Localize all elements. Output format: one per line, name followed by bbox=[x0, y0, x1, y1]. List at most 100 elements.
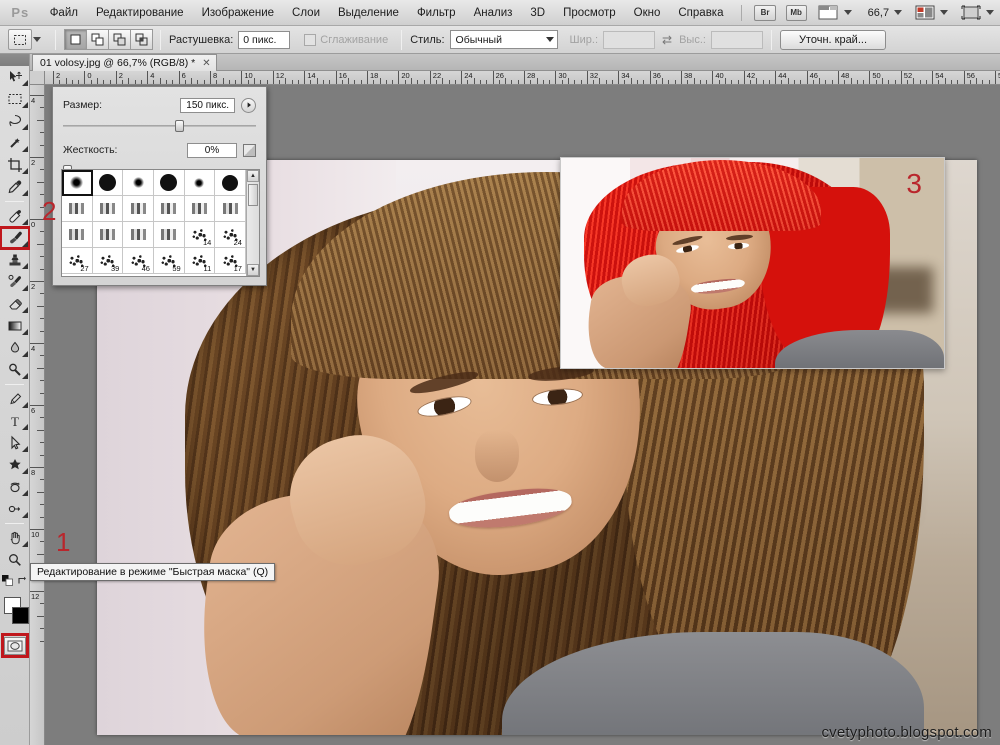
brush-preset-cell[interactable]: 24 bbox=[215, 222, 246, 248]
brush-preset-cell[interactable] bbox=[92, 196, 124, 222]
brush-preset-cell[interactable] bbox=[62, 170, 93, 196]
style-select[interactable]: Обычный bbox=[449, 30, 558, 49]
dodge-tool[interactable] bbox=[0, 359, 30, 381]
brush-preset-cell[interactable]: 39 bbox=[92, 248, 124, 274]
crop-tool[interactable] bbox=[0, 154, 30, 176]
lasso-tool[interactable] bbox=[0, 110, 30, 132]
background-color-swatch[interactable] bbox=[12, 607, 29, 624]
zoom-tool[interactable] bbox=[0, 549, 30, 571]
eraser-tool[interactable] bbox=[0, 293, 30, 315]
brush-preset-cell[interactable] bbox=[92, 170, 124, 196]
feather-input[interactable]: 0 пикс. bbox=[238, 30, 291, 49]
brush-preset-cell[interactable]: 17 bbox=[215, 248, 246, 274]
new-selection-button[interactable] bbox=[64, 29, 87, 50]
history-brush-tool[interactable] bbox=[0, 271, 30, 293]
brush-preset-cell[interactable]: 27 bbox=[62, 248, 93, 274]
brush-preset-cell[interactable] bbox=[215, 170, 246, 196]
3d-camera-rotate-tool[interactable] bbox=[0, 498, 30, 520]
3d-object-rotate-tool[interactable] bbox=[0, 476, 30, 498]
horizontal-ruler[interactable]: 2 0 2 4 6 8 10 12 14 16 18 20 22 24 26 28 30 32 34 36 38 40 42… bbox=[45, 71, 1000, 85]
height-input[interactable] bbox=[710, 30, 763, 49]
zoom-chevron-down-icon[interactable] bbox=[894, 10, 903, 15]
bridge-icon[interactable]: Br bbox=[754, 4, 776, 21]
menu-image[interactable]: Изображение bbox=[193, 4, 283, 22]
menu-filter[interactable]: Фильтр bbox=[408, 4, 465, 22]
brush-preset-picker-panel[interactable]: Размер: 150 пикс. Жесткость: 0% 14 24 27 39… bbox=[52, 86, 267, 286]
brush-size-slider[interactable] bbox=[63, 119, 256, 133]
view-extras-icon[interactable] bbox=[817, 4, 840, 21]
refine-edge-button[interactable]: Уточн. край... bbox=[779, 29, 886, 50]
brush-preset-cell[interactable] bbox=[62, 222, 93, 248]
screen-mode-chevron-down-icon[interactable] bbox=[985, 10, 994, 15]
brush-preset-cell[interactable] bbox=[92, 222, 124, 248]
blur-tool[interactable] bbox=[0, 337, 30, 359]
clone-stamp-tool[interactable] bbox=[0, 249, 30, 271]
menu-window[interactable]: Окно bbox=[625, 4, 670, 22]
pen-tool[interactable] bbox=[0, 388, 30, 410]
brush-preset-list[interactable]: 14 24 27 39 46 59 11 17 ▲ ▼ bbox=[61, 169, 260, 277]
path-selection-tool[interactable] bbox=[0, 432, 30, 454]
menu-layers[interactable]: Слои bbox=[283, 4, 329, 22]
screen-mode-icon[interactable] bbox=[959, 4, 982, 21]
brush-preset-new-icon[interactable] bbox=[243, 143, 256, 157]
swap-dimensions-icon[interactable]: ⇄ bbox=[662, 33, 672, 47]
magic-wand-tool[interactable] bbox=[0, 132, 30, 154]
brush-tool[interactable] bbox=[0, 226, 31, 250]
subtract-from-selection-button[interactable] bbox=[108, 29, 131, 50]
menu-help[interactable]: Справка bbox=[669, 4, 732, 22]
brush-preset-cell[interactable] bbox=[184, 196, 216, 222]
document-tab[interactable]: 01 volosy.jpg @ 66,7% (RGB/8) * ✕ bbox=[32, 54, 217, 71]
gradient-tool[interactable] bbox=[0, 315, 30, 337]
type-tool[interactable]: T bbox=[0, 410, 30, 432]
tool-preset-chevron-down-icon[interactable] bbox=[33, 37, 41, 42]
arrange-chevron-down-icon[interactable] bbox=[940, 10, 949, 15]
brush-preset-cell[interactable] bbox=[153, 222, 185, 248]
default-colors-icon[interactable] bbox=[1, 575, 13, 589]
brush-preset-cell[interactable] bbox=[153, 170, 185, 196]
brush-preset-cell[interactable] bbox=[153, 196, 185, 222]
result-preview-image[interactable]: 3 bbox=[560, 157, 945, 369]
hand-tool[interactable] bbox=[0, 527, 30, 549]
toolbox-grip[interactable] bbox=[0, 54, 29, 66]
brush-size-slider-knob[interactable] bbox=[174, 120, 184, 132]
brush-preset-cell[interactable] bbox=[215, 196, 246, 222]
menu-3d[interactable]: 3D bbox=[521, 4, 554, 22]
brush-panel-menu-icon[interactable] bbox=[241, 97, 256, 113]
scrollbar-thumb[interactable] bbox=[248, 184, 258, 206]
menu-view[interactable]: Просмотр bbox=[554, 4, 625, 22]
scroll-down-icon[interactable]: ▼ bbox=[247, 264, 259, 276]
add-to-selection-button[interactable] bbox=[86, 29, 109, 50]
brush-preset-cell[interactable] bbox=[62, 196, 93, 222]
brush-preset-cell[interactable]: 11 bbox=[184, 248, 216, 274]
brush-preset-cell[interactable] bbox=[123, 222, 154, 248]
swap-colors-icon[interactable] bbox=[17, 575, 28, 589]
view-extras-chevron-down-icon[interactable] bbox=[843, 10, 852, 15]
width-input[interactable] bbox=[603, 30, 656, 49]
mini-bridge-icon[interactable]: Mb bbox=[785, 4, 807, 21]
vertical-ruler[interactable]: 4 2 0 2 4 6 8 10 12 bbox=[30, 85, 45, 745]
scroll-up-icon[interactable]: ▲ bbox=[247, 170, 259, 182]
antialias-checkbox[interactable] bbox=[304, 33, 317, 46]
custom-shape-tool[interactable] bbox=[0, 454, 30, 476]
quick-mask-button[interactable] bbox=[0, 633, 30, 659]
rectangular-marquee-tool[interactable] bbox=[0, 88, 30, 110]
brush-hardness-input[interactable]: 0% bbox=[187, 142, 237, 158]
brush-preset-cell[interactable]: 59 bbox=[153, 248, 185, 274]
brush-preset-cell[interactable] bbox=[123, 170, 154, 196]
menu-file[interactable]: Файл bbox=[41, 4, 87, 22]
brush-preset-scrollbar[interactable]: ▲ ▼ bbox=[246, 170, 259, 276]
intersect-selection-button[interactable] bbox=[130, 29, 153, 50]
tool-preset-picker[interactable] bbox=[8, 29, 32, 50]
eyedropper-tool[interactable] bbox=[0, 176, 30, 198]
menu-analysis[interactable]: Анализ bbox=[465, 4, 522, 22]
menu-select[interactable]: Выделение bbox=[329, 4, 408, 22]
brush-preset-cell[interactable]: 46 bbox=[123, 248, 154, 274]
brush-size-input[interactable]: 150 пикс. bbox=[180, 97, 235, 113]
move-tool[interactable] bbox=[0, 66, 30, 88]
close-icon[interactable]: ✕ bbox=[202, 58, 210, 69]
brush-preset-cell[interactable]: 14 bbox=[184, 222, 216, 248]
brush-preset-cell[interactable] bbox=[123, 196, 154, 222]
arrange-documents-icon[interactable] bbox=[913, 4, 936, 21]
brush-preset-cell[interactable] bbox=[184, 170, 216, 196]
menu-edit[interactable]: Редактирование bbox=[87, 4, 193, 22]
